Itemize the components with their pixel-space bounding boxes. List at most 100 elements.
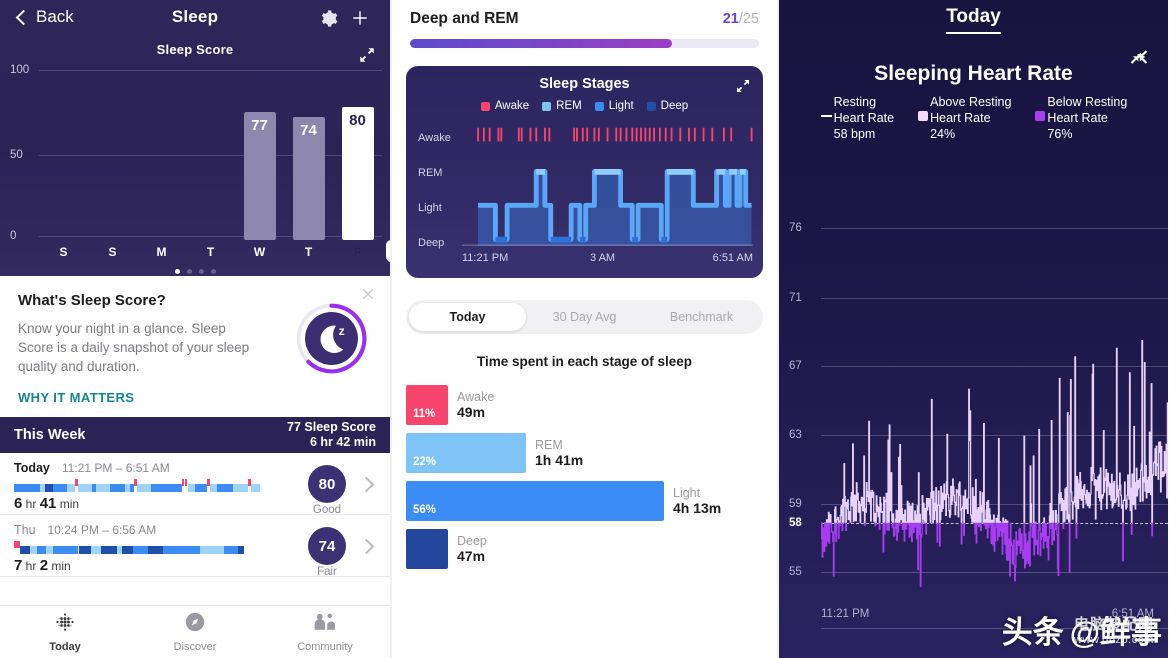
sleep-stages-panel: Deep and REM 21/25 Sleep Stages Awake REM… [390, 0, 779, 658]
sleep-segment [199, 546, 212, 554]
x-label-4: W [253, 245, 266, 259]
duration-minutes: 2 [39, 557, 49, 574]
awake-mark [635, 127, 638, 142]
expand-icon[interactable] [735, 78, 751, 94]
bar-T-5[interactable]: 74 [292, 117, 325, 240]
stage-value: 49m [457, 404, 486, 420]
hr-tick-59: 59 [789, 498, 802, 510]
tab-discover[interactable]: Discover [130, 606, 260, 658]
stage-section-title: Time spent in each stage of sleep [476, 354, 693, 369]
session-time-range: 11:21 PM – 6:51 AM [61, 461, 170, 475]
hypnogram-fill [478, 171, 752, 247]
stage-row-light: 56% Light 4h 13m [406, 481, 777, 521]
watermark-overlay-line1: 电脑装配网 [1073, 616, 1154, 633]
stage-bar: 56% [406, 481, 664, 521]
session-quality-label: Fair [317, 566, 337, 578]
awake-mark [606, 127, 609, 142]
tab-community[interactable]: Community [260, 606, 390, 658]
awake-mark [517, 127, 520, 142]
legend-item-deep: Deep [646, 100, 689, 112]
awake-mark [535, 127, 538, 142]
y-tick-100: 100 [10, 64, 30, 76]
bar-W-4[interactable]: 77 [243, 112, 276, 240]
hypnogram-time-start: 11:21 PM [462, 252, 509, 264]
sleep-stages-card: Sleep Stages Awake REM Light Deep Awake REM… [406, 66, 763, 278]
legend-label: Awake [494, 100, 530, 112]
sleep-segment [251, 484, 260, 492]
awake-mark [573, 127, 575, 142]
stage-bar [406, 529, 448, 569]
this-week-header: This Week 77 Sleep Score 6 hr 42 min [0, 417, 390, 453]
stage-name: REM [535, 438, 563, 452]
awake-mark [593, 127, 596, 142]
svg-text:z: z [339, 324, 345, 338]
why-it-matters-link[interactable]: WHY IT MATTERS [18, 390, 372, 405]
legend-swatch [594, 101, 604, 111]
hypnogram-svg [462, 127, 753, 247]
session-score-badge: 74 [308, 527, 346, 565]
awake-mark [581, 127, 584, 142]
awake-mark [693, 127, 696, 142]
hr-legend-mark [1033, 94, 1047, 142]
stage-row-awake: 11% Awake 49m [406, 385, 777, 425]
tab-30-day-avg[interactable]: 30 Day Avg [526, 303, 643, 331]
stage-row-deep: Deep 47m [406, 529, 777, 569]
gear-icon[interactable] [319, 9, 338, 28]
y-tick-0: 0 [10, 230, 17, 242]
tab-community-label: Community [297, 641, 353, 653]
bar-F-6[interactable]: 80 [341, 107, 374, 240]
legend-item-awake: Awake [480, 100, 530, 112]
stage-bar: 11% [406, 385, 448, 425]
sleep-segment [52, 546, 68, 554]
sleep-session-row[interactable]: Thu 10:24 PM – 6:56 AM 7 hr 2 min 74 Fair [0, 515, 390, 578]
hr-tick-63: 63 [789, 429, 802, 441]
watermark-overlay: 电脑装配网 www.dnzp.com [1074, 613, 1154, 646]
watermark-overlay-line2: www.dnzp.com [1074, 634, 1154, 646]
stage-percent: 11% [413, 408, 436, 420]
hypnogram-label-deep: Deep [418, 237, 445, 249]
awake-mark [497, 127, 500, 142]
tab-today[interactable]: Today [409, 303, 526, 331]
page-dot-0[interactable] [174, 269, 180, 274]
awake-mark [664, 127, 667, 142]
plus-icon[interactable] [350, 8, 370, 28]
hypnogram-time-mid: 3 AM [590, 252, 616, 264]
sleep-segment [195, 484, 208, 492]
this-week-label: This Week [14, 427, 86, 443]
hr-legend-mark [820, 94, 834, 142]
hypnogram-stage-block [536, 168, 545, 175]
awake-mark [653, 127, 656, 142]
page-dot-2[interactable] [198, 269, 204, 274]
hypnogram-stage-block [579, 236, 586, 243]
heart-rate-title: Sleeping Heart Rate [874, 62, 1073, 85]
sleep-session-row[interactable]: Today 11:21 PM – 6:51 AM 6 hr 41 min 80 Good [0, 453, 390, 516]
hr-legend-line2: Heart Rate [930, 111, 991, 125]
sleep-segment [211, 546, 224, 554]
collapse-icon[interactable] [1130, 48, 1148, 66]
awake-mark [723, 127, 725, 142]
hypnogram-stage-block [661, 236, 668, 243]
count-total: 25 [742, 11, 759, 27]
tab-today[interactable]: Today [0, 606, 130, 658]
page-dot-3[interactable] [210, 269, 216, 274]
hr-tick-67: 67 [789, 360, 802, 372]
hr-tick-55: 55 [789, 566, 802, 578]
page-dot-1[interactable] [186, 269, 192, 274]
legend-label: Deep [660, 100, 689, 112]
x-label-0: S [59, 245, 68, 259]
awake-mark [625, 127, 628, 142]
hypnogram-stage-block [739, 168, 746, 175]
sleep-segment [67, 546, 79, 554]
sleep-segment [26, 484, 40, 492]
navigation-bar: Back Sleep [0, 0, 390, 40]
close-icon[interactable] [360, 286, 376, 302]
bottom-tab-bar: Today Discover Community [0, 605, 390, 658]
legend-item-light: Light [594, 100, 634, 112]
heart-rate-chart: 76 71 67 63 59 58 55 11:21 PM 6:51 AM [779, 210, 1168, 630]
awake-mark [482, 127, 485, 142]
hypnogram-stage-block [495, 236, 508, 243]
hypnogram-time-end: 6:51 AM [712, 252, 753, 264]
awake-mark [750, 127, 753, 142]
session-time-range: 10:24 PM – 6:56 AM [47, 523, 157, 537]
tab-benchmark[interactable]: Benchmark [643, 303, 760, 331]
